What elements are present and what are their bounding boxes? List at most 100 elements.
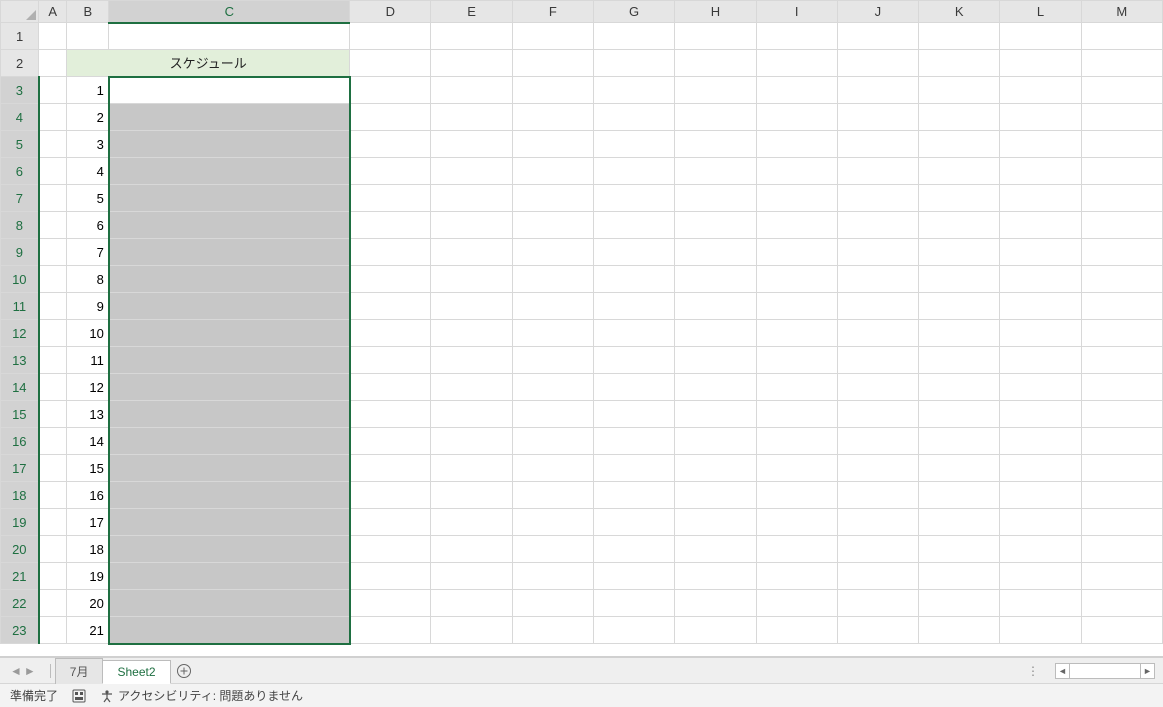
row-header-17[interactable]: 17 bbox=[1, 455, 39, 482]
cell-K6[interactable] bbox=[919, 158, 1000, 185]
cell-E11[interactable] bbox=[431, 293, 512, 320]
cell-H6[interactable] bbox=[675, 158, 756, 185]
cell-K13[interactable] bbox=[919, 347, 1000, 374]
cell-I3[interactable] bbox=[756, 77, 837, 104]
cell-C17[interactable] bbox=[109, 455, 350, 482]
cell-M7[interactable] bbox=[1081, 185, 1162, 212]
cell-B17[interactable]: 15 bbox=[67, 455, 109, 482]
cell-K19[interactable] bbox=[919, 509, 1000, 536]
col-header-A[interactable]: A bbox=[39, 1, 67, 23]
cell-D7[interactable] bbox=[350, 185, 431, 212]
accessibility-status[interactable]: アクセシビリティ: 問題ありません bbox=[100, 687, 303, 704]
sheet-grid[interactable]: A B C D E F G H I J K L M 12スケジュール314253… bbox=[0, 0, 1163, 645]
cell-B9[interactable]: 7 bbox=[67, 239, 109, 266]
row-header-10[interactable]: 10 bbox=[1, 266, 39, 293]
cell-J11[interactable] bbox=[837, 293, 918, 320]
cell-L23[interactable] bbox=[1000, 617, 1081, 644]
cell-L13[interactable] bbox=[1000, 347, 1081, 374]
cell-C15[interactable] bbox=[109, 401, 350, 428]
cell-E4[interactable] bbox=[431, 104, 512, 131]
col-header-L[interactable]: L bbox=[1000, 1, 1081, 23]
cell-A19[interactable] bbox=[39, 509, 67, 536]
cell-G2[interactable] bbox=[593, 50, 674, 77]
cell-G21[interactable] bbox=[593, 563, 674, 590]
cell-I22[interactable] bbox=[756, 590, 837, 617]
cell-K4[interactable] bbox=[919, 104, 1000, 131]
cell-D16[interactable] bbox=[350, 428, 431, 455]
cell-J17[interactable] bbox=[837, 455, 918, 482]
cell-H7[interactable] bbox=[675, 185, 756, 212]
cell-E15[interactable] bbox=[431, 401, 512, 428]
cell-E18[interactable] bbox=[431, 482, 512, 509]
sheet-tab-Sheet2[interactable]: Sheet2 bbox=[102, 660, 170, 684]
cell-L17[interactable] bbox=[1000, 455, 1081, 482]
cell-B18[interactable]: 16 bbox=[67, 482, 109, 509]
cell-F5[interactable] bbox=[512, 131, 593, 158]
row-header-21[interactable]: 21 bbox=[1, 563, 39, 590]
cell-C1[interactable] bbox=[109, 23, 350, 50]
cell-D3[interactable] bbox=[350, 77, 431, 104]
cell-C12[interactable] bbox=[109, 320, 350, 347]
cell-A21[interactable] bbox=[39, 563, 67, 590]
cell-B13[interactable]: 11 bbox=[67, 347, 109, 374]
cell-K23[interactable] bbox=[919, 617, 1000, 644]
cell-L2[interactable] bbox=[1000, 50, 1081, 77]
cell-M21[interactable] bbox=[1081, 563, 1162, 590]
cell-E5[interactable] bbox=[431, 131, 512, 158]
cell-I12[interactable] bbox=[756, 320, 837, 347]
cell-B11[interactable]: 9 bbox=[67, 293, 109, 320]
cell-A20[interactable] bbox=[39, 536, 67, 563]
cell-H11[interactable] bbox=[675, 293, 756, 320]
cell-I13[interactable] bbox=[756, 347, 837, 374]
row-header-20[interactable]: 20 bbox=[1, 536, 39, 563]
cell-H19[interactable] bbox=[675, 509, 756, 536]
cell-M18[interactable] bbox=[1081, 482, 1162, 509]
cell-D11[interactable] bbox=[350, 293, 431, 320]
cell-H9[interactable] bbox=[675, 239, 756, 266]
cell-J20[interactable] bbox=[837, 536, 918, 563]
cell-L16[interactable] bbox=[1000, 428, 1081, 455]
cell-C22[interactable] bbox=[109, 590, 350, 617]
cell-C3[interactable] bbox=[109, 77, 350, 104]
cell-E3[interactable] bbox=[431, 77, 512, 104]
cell-L19[interactable] bbox=[1000, 509, 1081, 536]
row-header-4[interactable]: 4 bbox=[1, 104, 39, 131]
cell-D19[interactable] bbox=[350, 509, 431, 536]
row-header-9[interactable]: 9 bbox=[1, 239, 39, 266]
cell-D17[interactable] bbox=[350, 455, 431, 482]
cell-J18[interactable] bbox=[837, 482, 918, 509]
cell-E7[interactable] bbox=[431, 185, 512, 212]
cell-F6[interactable] bbox=[512, 158, 593, 185]
cell-G22[interactable] bbox=[593, 590, 674, 617]
row-header-22[interactable]: 22 bbox=[1, 590, 39, 617]
cell-A1[interactable] bbox=[39, 23, 67, 50]
cell-H4[interactable] bbox=[675, 104, 756, 131]
cell-J7[interactable] bbox=[837, 185, 918, 212]
cell-J23[interactable] bbox=[837, 617, 918, 644]
cell-F21[interactable] bbox=[512, 563, 593, 590]
cell-G16[interactable] bbox=[593, 428, 674, 455]
cell-G3[interactable] bbox=[593, 77, 674, 104]
cell-I1[interactable] bbox=[756, 23, 837, 50]
cell-K21[interactable] bbox=[919, 563, 1000, 590]
cell-I14[interactable] bbox=[756, 374, 837, 401]
cell-G19[interactable] bbox=[593, 509, 674, 536]
cell-J13[interactable] bbox=[837, 347, 918, 374]
cell-E19[interactable] bbox=[431, 509, 512, 536]
cell-A22[interactable] bbox=[39, 590, 67, 617]
cell-H15[interactable] bbox=[675, 401, 756, 428]
cell-M13[interactable] bbox=[1081, 347, 1162, 374]
cell-A5[interactable] bbox=[39, 131, 67, 158]
cell-G1[interactable] bbox=[593, 23, 674, 50]
cell-F13[interactable] bbox=[512, 347, 593, 374]
col-header-C[interactable]: C bbox=[109, 1, 350, 23]
cell-F7[interactable] bbox=[512, 185, 593, 212]
row-header-14[interactable]: 14 bbox=[1, 374, 39, 401]
cell-E6[interactable] bbox=[431, 158, 512, 185]
cell-A3[interactable] bbox=[39, 77, 67, 104]
cell-B7[interactable]: 5 bbox=[67, 185, 109, 212]
cell-C10[interactable] bbox=[109, 266, 350, 293]
row-header-13[interactable]: 13 bbox=[1, 347, 39, 374]
cell-I2[interactable] bbox=[756, 50, 837, 77]
cell-B19[interactable]: 17 bbox=[67, 509, 109, 536]
